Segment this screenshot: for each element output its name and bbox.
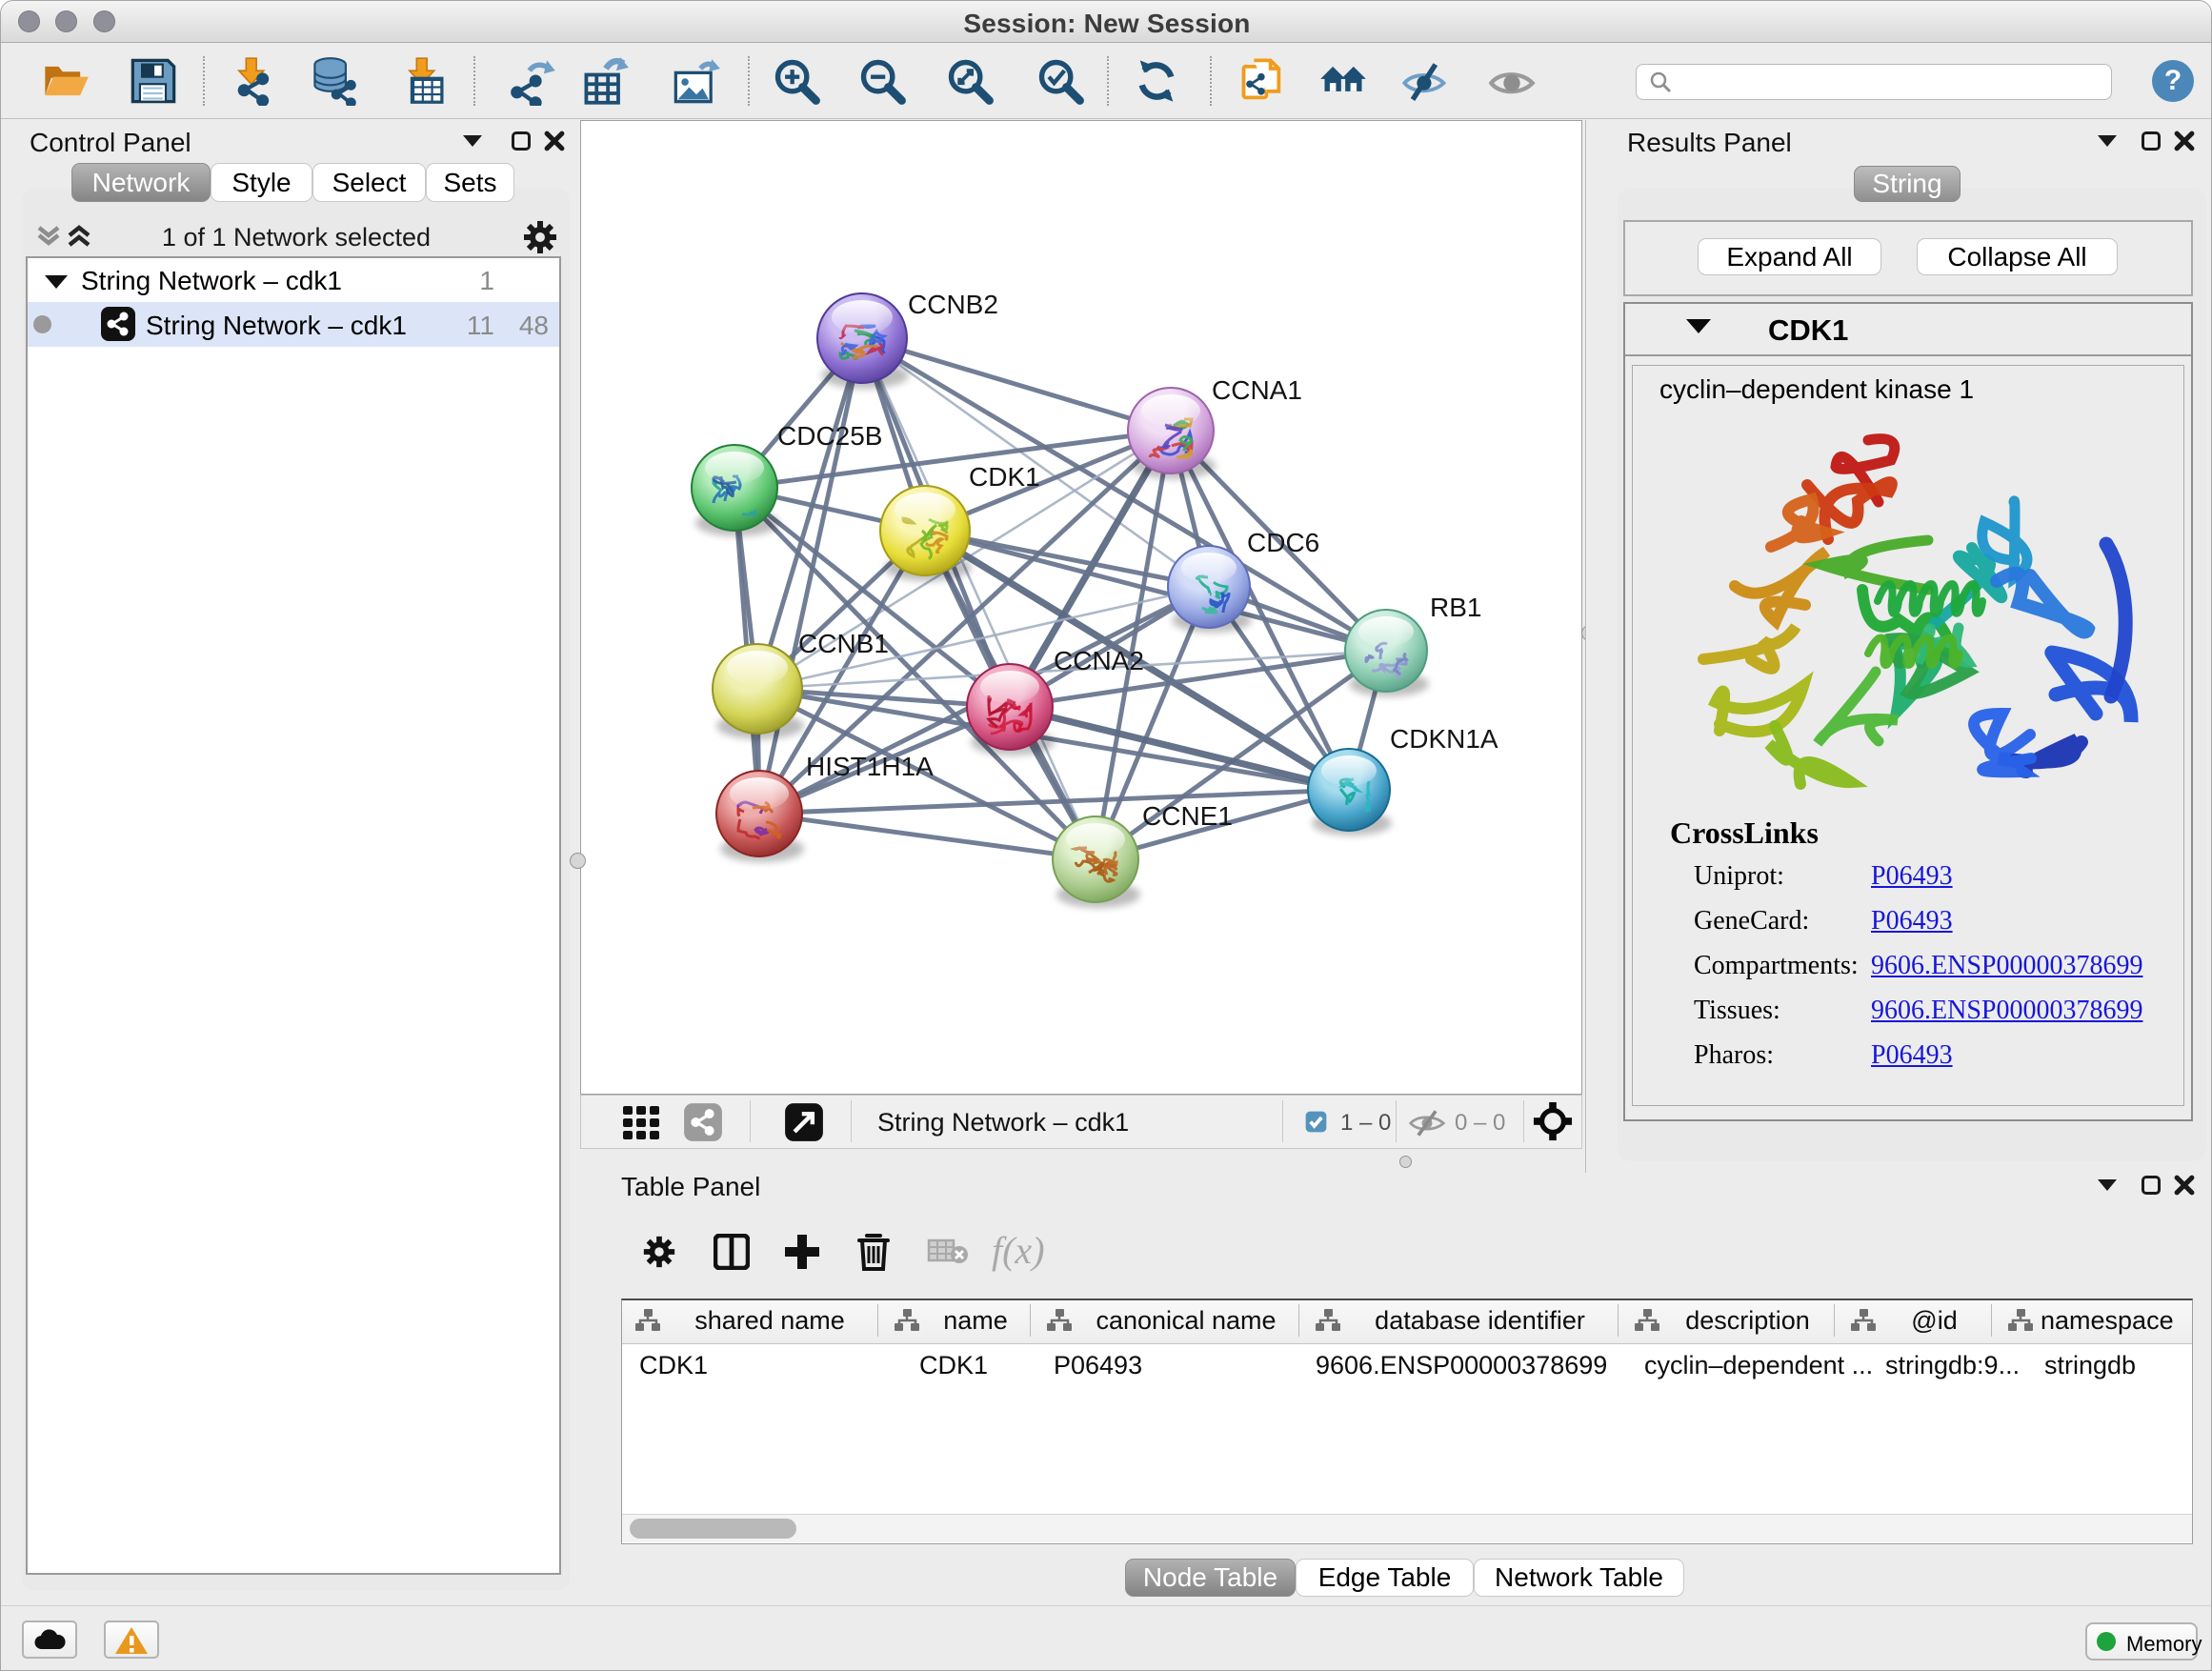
- svg-text:CCNB1: CCNB1: [798, 629, 889, 658]
- svg-text:CCNA1: CCNA1: [1212, 375, 1302, 405]
- svg-text:RB1: RB1: [1430, 593, 1481, 622]
- svg-text:CCNE1: CCNE1: [1142, 801, 1233, 831]
- svg-text:HIST1H1A: HIST1H1A: [806, 752, 934, 781]
- svg-text:CDKN1A: CDKN1A: [1390, 724, 1498, 754]
- svg-text:CDC6: CDC6: [1247, 528, 1319, 557]
- svg-text:CDC25B: CDC25B: [777, 421, 882, 451]
- svg-text:CCNA2: CCNA2: [1054, 646, 1144, 675]
- svg-text:CCNB2: CCNB2: [908, 290, 998, 319]
- svg-text:CDK1: CDK1: [969, 462, 1040, 492]
